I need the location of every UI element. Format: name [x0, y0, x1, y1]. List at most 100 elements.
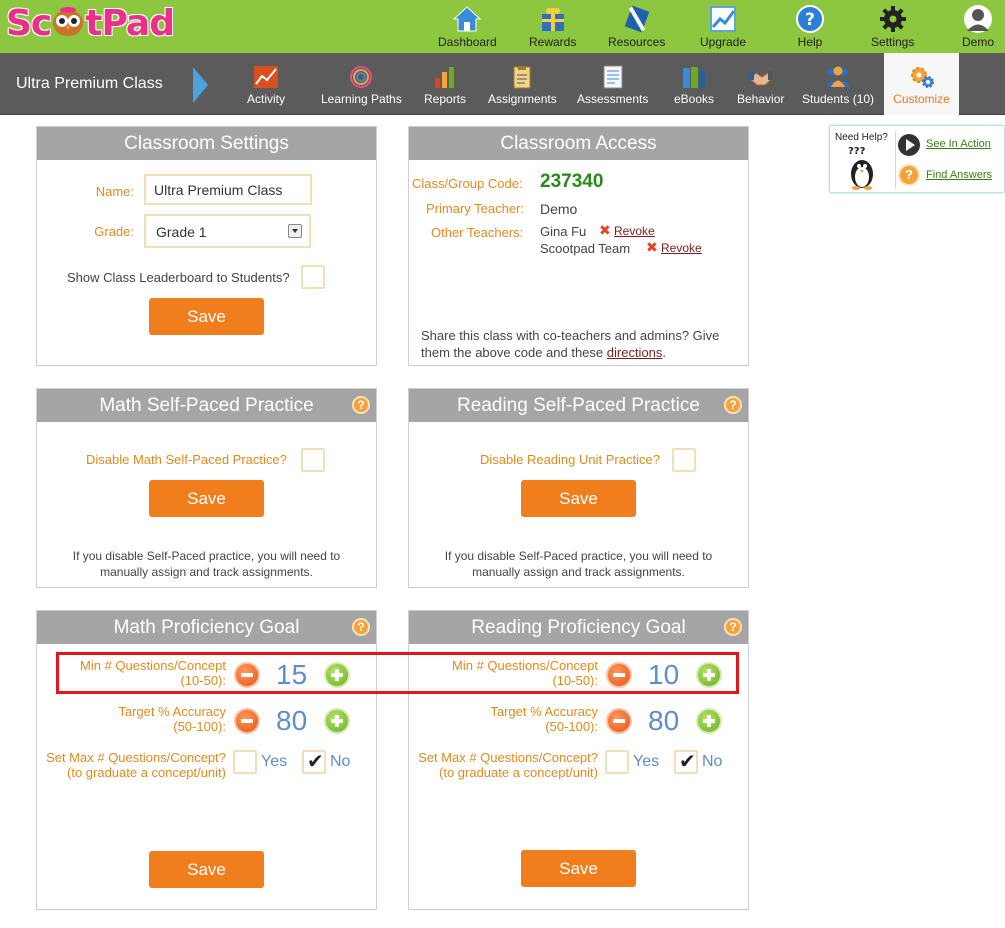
help-icon[interactable]: ? [352, 618, 370, 636]
bar-chart-icon [435, 67, 455, 88]
disable-math-label: Disable Math Self-Paced Practice? [86, 452, 287, 467]
arrow-right-icon [193, 67, 208, 103]
gears-icon [910, 67, 934, 88]
target-accuracy-value: 80 [648, 705, 680, 736]
scootpad-logo[interactable]: Sc tPad [6, 3, 175, 44]
gear-icon [879, 6, 906, 32]
handshake-icon [748, 71, 774, 86]
need-help-widget: Need Help? ??? See In Action ? Find Answ… [829, 125, 1005, 193]
help-icon[interactable]: ? [724, 618, 742, 636]
target-accuracy-decrease-button[interactable] [606, 708, 632, 734]
play-icon[interactable] [898, 134, 920, 156]
svg-text:???: ??? [848, 146, 866, 157]
tab-activity[interactable]: Activity [247, 65, 285, 106]
name-label: Name: [95, 184, 134, 199]
nav-help[interactable]: ? Help [795, 4, 825, 49]
yes-label: Yes [261, 753, 288, 770]
help-icon[interactable]: ? [352, 396, 370, 414]
logo-text-right: tPad [85, 3, 175, 44]
books-icon [683, 67, 706, 88]
class-name-input[interactable]: Ultra Premium Class [144, 174, 312, 205]
classroom-settings-panel: Classroom Settings Name: Ultra Premium C… [36, 126, 377, 366]
find-answers-link[interactable]: Find Answers [926, 169, 992, 181]
primary-teacher-value: Demo [540, 201, 578, 217]
yes-label: Yes [633, 753, 660, 770]
set-max-no-checkbox[interactable]: ✔ [674, 750, 698, 774]
leaderboard-checkbox[interactable] [301, 265, 325, 289]
set-max-yes-checkbox[interactable] [605, 750, 629, 774]
nav-resources[interactable]: Resources [608, 4, 665, 49]
revoke-link[interactable]: Revoke [661, 241, 702, 255]
revoke-link[interactable]: Revoke [614, 224, 655, 238]
nav-settings[interactable]: Settings [871, 4, 914, 49]
grade-select-value: Grade 1 [156, 224, 207, 240]
tab-assignments[interactable]: Assignments [488, 65, 557, 106]
tab-reports[interactable]: Reports [424, 65, 466, 106]
house-icon [453, 6, 482, 32]
nav-dashboard[interactable]: Dashboard [438, 4, 497, 49]
see-in-action-link[interactable]: See In Action [926, 138, 991, 150]
class-nav-bar: Ultra Premium Class Activity Learning Pa… [0, 53, 1005, 115]
revoke-x-icon[interactable]: ✖ [599, 222, 611, 239]
set-max-no-checkbox[interactable]: ✔ [302, 750, 326, 774]
set-max-yes-checkbox[interactable] [233, 750, 257, 774]
user-avatar-icon [964, 5, 992, 33]
target-accuracy-label: Target % Accuracy (50-100): [490, 704, 598, 734]
directions-link[interactable]: directions [607, 345, 663, 360]
clipboard-icon [513, 66, 531, 89]
nav-rewards[interactable]: Rewards [529, 4, 576, 49]
target-accuracy-decrease-button[interactable] [234, 708, 260, 734]
tab-assessments[interactable]: Assessments [577, 65, 648, 106]
checkmark-icon: ✔ [307, 751, 324, 773]
classroom-settings-title: Classroom Settings [37, 127, 376, 160]
reading-goal-save-button[interactable]: Save [521, 850, 636, 887]
other-teachers-label: Other Teachers: [431, 225, 524, 240]
revoke-x-icon[interactable]: ✖ [646, 239, 658, 256]
target-accuracy-increase-button[interactable] [696, 708, 722, 734]
classroom-access-title: Classroom Access [409, 127, 748, 160]
class-code-label: Class/Group Code: [412, 176, 523, 191]
disable-reading-checkbox[interactable] [672, 448, 696, 472]
teacher-name: Gina Fu [540, 224, 587, 239]
spiral-icon [350, 66, 373, 88]
help-icon[interactable]: ? [724, 396, 742, 414]
tab-behavior[interactable]: Behavior [737, 65, 784, 106]
set-max-label: Set Max # Questions/Concept? (to graduat… [418, 750, 598, 780]
chevron-down-icon [288, 224, 302, 238]
math-practice-note: If you disable Self-Paced practice, you … [72, 549, 341, 579]
target-accuracy-increase-button[interactable] [324, 708, 350, 734]
logo-text-left: Sc [6, 3, 52, 44]
question-icon: ? [796, 5, 824, 33]
reading-practice-save-button[interactable]: Save [521, 480, 636, 517]
share-instructions: Share this class with co-teachers and ad… [421, 328, 720, 360]
grade-label: Grade: [94, 224, 134, 239]
grade-select[interactable]: Grade 1 [144, 214, 311, 248]
tools-icon [624, 5, 649, 33]
tab-ebooks[interactable]: eBooks [674, 65, 714, 106]
reading-practice-note: If you disable Self-Paced practice, you … [444, 549, 713, 579]
tab-customize[interactable]: Customize [884, 53, 959, 115]
math-practice-save-button[interactable]: Save [149, 480, 264, 517]
gift-icon [541, 8, 564, 31]
math-goal-title: Math Proficiency Goal [37, 611, 376, 644]
class-code-value: 237340 [540, 171, 604, 192]
teacher-name: Scootpad Team [540, 241, 631, 256]
no-label: No [330, 753, 351, 770]
tab-students[interactable]: Students (10) [802, 65, 874, 106]
nav-user-demo[interactable]: Demo [962, 4, 994, 49]
reading-goal-title: Reading Proficiency Goal [409, 611, 748, 644]
primary-teacher-label: Primary Teacher: [426, 201, 525, 216]
find-answers-icon[interactable]: ? [898, 164, 920, 186]
math-goal-save-button[interactable]: Save [149, 851, 264, 888]
tab-learning-paths[interactable]: Learning Paths [321, 65, 402, 106]
top-header: Sc tPad Dashboard Rewards Resources Upgra… [0, 0, 1005, 53]
reading-practice-panel: Reading Self-Paced Practice ? Disable Re… [408, 388, 749, 588]
activity-chart-icon [254, 66, 278, 88]
nav-upgrade[interactable]: Upgrade [700, 4, 746, 49]
need-help-label: Need Help? [835, 132, 888, 143]
disable-math-checkbox[interactable] [301, 448, 325, 472]
classroom-settings-save-button[interactable]: Save [149, 298, 264, 335]
chart-up-icon [710, 6, 737, 32]
checkmark-icon: ✔ [679, 751, 696, 773]
highlight-box [56, 652, 739, 694]
